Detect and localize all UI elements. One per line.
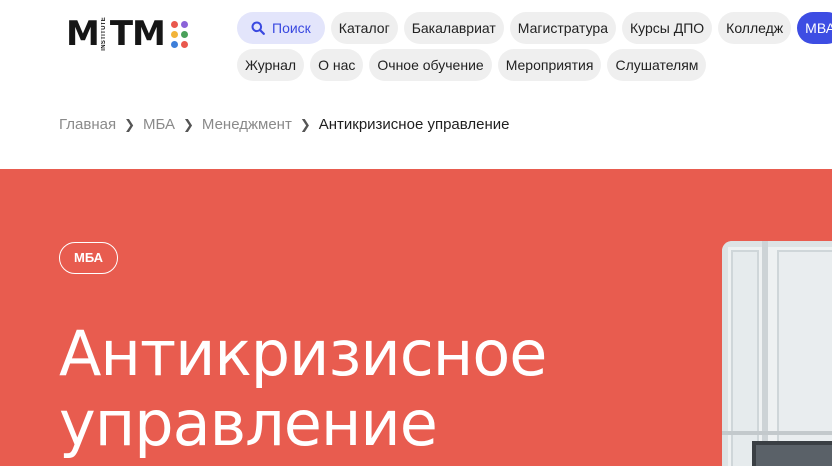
nav-item-fulltime[interactable]: Очное обучение bbox=[369, 49, 492, 81]
office-window-image bbox=[722, 241, 832, 466]
page-title-line-1: Антикризисное bbox=[59, 317, 547, 390]
logo-dot bbox=[180, 20, 188, 28]
nav-item-bachelor[interactable]: Бакалавриат bbox=[403, 12, 504, 44]
hero-photo bbox=[722, 241, 832, 466]
nav-item-college[interactable]: Колледж bbox=[718, 12, 792, 44]
nav-item-about[interactable]: О нас bbox=[310, 49, 364, 81]
search-button-label: Поиск bbox=[272, 20, 311, 36]
logo-letter-m: M bbox=[66, 14, 100, 54]
hero-banner: МБА Антикризисное управление bbox=[0, 169, 832, 466]
nav-item-courses[interactable]: Курсы ДПО bbox=[622, 12, 713, 44]
nav-item-students[interactable]: Слушателям bbox=[607, 49, 707, 81]
nav-row-secondary: Журнал О нас Очное обучение Мероприятия … bbox=[237, 49, 832, 81]
chevron-right-icon: ❯ bbox=[124, 116, 135, 132]
logo-dots-icon bbox=[170, 20, 188, 48]
breadcrumb-current: Антикризисное управление bbox=[318, 116, 510, 133]
search-icon bbox=[251, 21, 265, 35]
nav-item-master[interactable]: Магистратура bbox=[509, 12, 616, 44]
logo-dot bbox=[170, 30, 178, 38]
logo-letter-t: T bbox=[109, 14, 133, 54]
site-logo[interactable]: M INSTITUTE T M bbox=[66, 17, 188, 51]
program-tag[interactable]: МБА bbox=[59, 242, 119, 274]
page-title-line-2: управление bbox=[59, 387, 438, 460]
logo-letter-m2: M bbox=[132, 14, 166, 54]
breadcrumb-item-management[interactable]: Менеджмент bbox=[202, 116, 292, 133]
search-button[interactable]: Поиск bbox=[237, 12, 325, 44]
nav-item-journal[interactable]: Журнал bbox=[237, 49, 305, 81]
chevron-right-icon: ❯ bbox=[299, 116, 311, 132]
breadcrumb: Главная ❯ МБА ❯ Менеджмент ❯ Антикризисн… bbox=[59, 116, 509, 133]
nav-item-catalog[interactable]: Каталог bbox=[330, 12, 398, 44]
logo-dot bbox=[170, 20, 178, 28]
chevron-right-icon: ❯ bbox=[183, 116, 194, 132]
nav-row-primary: Поиск Каталог Бакалавриат Магистратура К… bbox=[237, 12, 832, 44]
logo-dot bbox=[180, 30, 188, 38]
nav-item-events[interactable]: Мероприятия bbox=[497, 49, 602, 81]
nav-item-mba[interactable]: МВА bbox=[797, 12, 832, 44]
logo-dot bbox=[170, 40, 178, 48]
logo-institute-text: INSTITUTE bbox=[100, 17, 107, 51]
breadcrumb-item-home[interactable]: Главная bbox=[59, 116, 116, 133]
logo-dot bbox=[180, 40, 188, 48]
page-title: Антикризисное управление bbox=[59, 317, 547, 460]
main-nav: Поиск Каталог Бакалавриат Магистратура К… bbox=[237, 12, 832, 86]
breadcrumb-item-mba[interactable]: МБА bbox=[143, 116, 175, 133]
